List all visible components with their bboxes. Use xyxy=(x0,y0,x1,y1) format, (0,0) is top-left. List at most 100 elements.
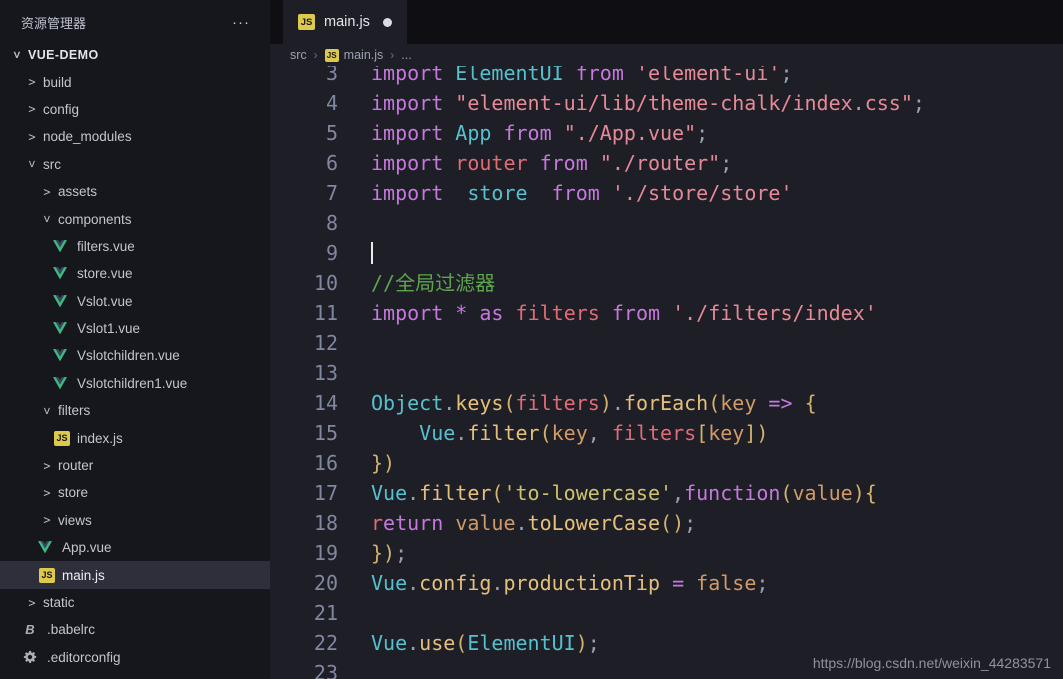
code-text: Vue.filter(key, filters[key]) xyxy=(419,421,769,445)
tree-item-store[interactable]: > store xyxy=(0,479,270,506)
code-line-7[interactable]: 7 import store from './store/store' xyxy=(270,178,1063,208)
tree-item-label: main.js xyxy=(62,567,105,583)
code-text: import "element-ui/lib/theme-chalk/index… xyxy=(371,91,925,115)
tree-item-label: src xyxy=(43,156,61,172)
breadcrumb-item-main.js[interactable]: JS main.js xyxy=(324,48,384,62)
code-line-18[interactable]: 18 return value.toLowerCase(); xyxy=(270,508,1063,538)
tree-item-config[interactable]: > config xyxy=(0,96,270,123)
tree-item-components[interactable]: > components xyxy=(0,205,270,232)
tree-item-Vslot1.vue[interactable]: Vslot1.vue xyxy=(0,315,270,342)
js-icon: JS xyxy=(324,48,339,62)
chevron-right-icon: > xyxy=(43,458,51,473)
code-line-15[interactable]: 15 Vue.filter(key, filters[key]) xyxy=(270,418,1063,448)
babel-icon: B xyxy=(25,622,35,638)
line-number: 6 xyxy=(325,151,338,175)
tree-item-filters.vue[interactable]: filters.vue xyxy=(0,233,270,260)
code-line-8[interactable]: 8 xyxy=(270,208,1063,238)
tree-item-label: router xyxy=(58,458,94,474)
chevron-right-icon: > xyxy=(28,595,36,610)
code-text: return value.toLowerCase(); xyxy=(371,511,697,535)
tree-item-store.vue[interactable]: store.vue xyxy=(0,260,270,287)
tree-item-build[interactable]: > build xyxy=(0,68,270,95)
code-text: import router from "./router"; xyxy=(371,151,733,175)
tree-item-index.js[interactable]: JS index.js xyxy=(0,424,270,451)
line-number: 17 xyxy=(313,481,338,505)
tree-item-main.js[interactable]: JS main.js xyxy=(0,561,270,589)
chevron-right-icon: > xyxy=(28,75,36,90)
tree-item-static[interactable]: > static xyxy=(0,589,270,616)
vue-icon xyxy=(36,541,54,554)
file-tree: > VUE-DEMO > build > config > node_modules > src >… xyxy=(0,41,270,671)
tree-item-label: index.js xyxy=(77,430,123,446)
code-text: Object.keys(filters).forEach(key => { xyxy=(371,391,817,415)
code-line-13[interactable]: 13 xyxy=(270,358,1063,388)
tree-item-.editorconfig[interactable]: .editorconfig xyxy=(0,644,270,671)
line-number: 4 xyxy=(325,91,338,115)
explorer-title: 资源管理器 xyxy=(21,16,87,31)
code-line-9[interactable]: 9 xyxy=(270,238,1063,268)
line-number: 15 xyxy=(313,421,338,445)
line-number: 8 xyxy=(325,211,338,235)
js-icon: JS xyxy=(39,567,55,583)
tree-item-.babelrc[interactable]: B .babelrc xyxy=(0,616,270,643)
breadcrumb-label: main.js xyxy=(343,48,384,62)
line-number: 9 xyxy=(325,241,338,265)
line-number: 7 xyxy=(325,181,338,205)
tree-item-node_modules[interactable]: > node_modules xyxy=(0,123,270,150)
code-line-4[interactable]: 4 import "element-ui/lib/theme-chalk/inde… xyxy=(270,88,1063,118)
tree-item-Vslotchildren.vue[interactable]: Vslotchildren.vue xyxy=(0,342,270,369)
breadcrumb-item-src[interactable]: src xyxy=(290,48,307,62)
code-line-16[interactable]: 16}) xyxy=(270,448,1063,478)
gear-icon xyxy=(23,650,41,664)
code-line-14[interactable]: 14 Object.keys(filters).forEach(key => { xyxy=(270,388,1063,418)
breadcrumb-label: src xyxy=(290,48,307,62)
chevron-right-icon: > xyxy=(28,102,36,117)
breadcrumb-label: ... xyxy=(401,48,412,62)
line-number: 19 xyxy=(313,541,338,565)
tree-item-App.vue[interactable]: App.vue xyxy=(0,534,270,561)
vue-icon xyxy=(51,240,69,253)
code-line-21[interactable]: 21 xyxy=(270,598,1063,628)
chevron-right-icon: > xyxy=(43,513,51,528)
line-number: 22 xyxy=(313,631,338,655)
code-text: Vue.config.productionTip = false; xyxy=(371,571,769,595)
code-line-22[interactable]: 22 Vue.use(ElementUI); xyxy=(270,628,1063,658)
tree-item-label: VUE-DEMO xyxy=(28,47,99,62)
breadcrumb-item-...[interactable]: ... xyxy=(401,48,411,62)
tree-item-src[interactable]: > src xyxy=(0,151,270,178)
code-line-10[interactable]: 10 //全局过滤器 xyxy=(270,268,1063,298)
editor-pane: JS main.js src › JS main.js ›... 3 import Ele… xyxy=(270,0,1063,679)
tree-item-label: components xyxy=(58,211,132,227)
more-actions-icon[interactable]: ··· xyxy=(232,14,250,31)
code-line-12[interactable]: 12 xyxy=(270,328,1063,358)
code-line-19[interactable]: 19}); xyxy=(270,538,1063,568)
code-line-20[interactable]: 20 Vue.config.productionTip = false; xyxy=(270,568,1063,598)
tree-item-views[interactable]: > views xyxy=(0,507,270,534)
tree-item-filters[interactable]: > filters xyxy=(0,397,270,424)
tab-main-js[interactable]: JS main.js xyxy=(283,0,407,44)
chevron-down-icon: > xyxy=(25,160,39,168)
code-line-17[interactable]: 17 Vue.filter('to-lowercase',function(val… xyxy=(270,478,1063,508)
tree-item-label: static xyxy=(43,595,75,610)
tree-item-Vslot.vue[interactable]: Vslot.vue xyxy=(0,288,270,315)
line-number: 23 xyxy=(313,661,338,679)
tree-item-Vslotchildren1.vue[interactable]: Vslotchildren1.vue xyxy=(0,370,270,397)
tree-item-assets[interactable]: > assets xyxy=(0,178,270,205)
explorer-header: 资源管理器 ··· xyxy=(0,0,270,41)
modified-indicator-icon[interactable] xyxy=(382,17,392,27)
code-text: }); xyxy=(371,541,408,565)
tree-item-router[interactable]: > router xyxy=(0,452,270,479)
code-text: import store from './store/store' xyxy=(371,181,793,205)
line-number: 10 xyxy=(313,271,338,295)
tree-item-VUE-DEMO[interactable]: > VUE-DEMO xyxy=(0,41,270,68)
code-text: //全局过滤器 xyxy=(371,271,496,295)
code-line-11[interactable]: 11 import * as filters from './filters/in… xyxy=(270,298,1063,328)
watermark: https://blog.csdn.net/weixin_44283571 xyxy=(812,655,1051,671)
tree-item-label: Vslotchildren1.vue xyxy=(77,375,188,391)
code-line-6[interactable]: 6 import router from "./router"; xyxy=(270,148,1063,178)
code-line-5[interactable]: 5 import App from "./App.vue"; xyxy=(270,118,1063,148)
code-area: 3 import ElementUI from 'element-ui'; 4 imp… xyxy=(270,44,1063,679)
breadcrumb-separator-icon: › xyxy=(313,48,318,62)
code-text: }) xyxy=(371,451,396,475)
tree-item-label: App.vue xyxy=(62,540,112,556)
